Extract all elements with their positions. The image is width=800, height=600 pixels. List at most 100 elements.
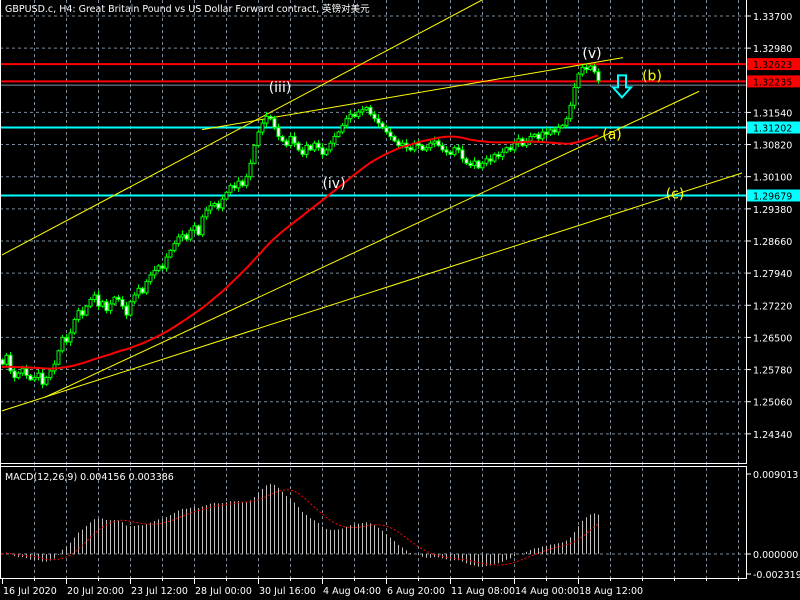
candle-body [40,372,45,385]
candle-body [472,160,477,167]
candle-body [120,298,125,307]
candle-body [500,151,505,158]
candle-body [192,225,197,231]
candle-body [380,122,385,129]
candle-body [44,377,49,385]
candle-body [244,176,249,187]
candle-body [280,136,285,142]
candle-body [188,229,193,240]
horizontal-lines[interactable] [0,63,746,197]
candle-body [564,118,569,126]
candle-body [16,372,21,379]
candle-body [368,107,373,115]
price-tick-label: 1.27940 [753,269,792,280]
candle-body [208,205,213,211]
candle-body [408,147,413,151]
candle-body [176,236,181,245]
candle-body [240,180,245,187]
candle-body [168,249,173,258]
candle-body [144,281,149,294]
candle-body [232,185,237,189]
price-axis[interactable]: 1.33700 1.32980 1.31540 1.30820 1.30100 1.293… [746,12,800,441]
candle-body [504,147,509,153]
candle-body [576,73,581,88]
candle-body [352,113,357,117]
candle-body [156,265,161,271]
candle-body [588,65,593,71]
candle-body [496,153,501,158]
wave-label: (c) [666,187,685,203]
candle-body [336,131,341,138]
candle-body [512,142,517,151]
candle-body [0,359,5,365]
candle-body [376,118,381,124]
candle-body [396,140,401,146]
price-chart[interactable]: (iii) (iv) (v) (b) (a) (c) 0.009013 0.000000 -0… [0,0,800,600]
candle-body [544,131,549,135]
price-tick-label: 1.31540 [753,108,792,119]
candle-body [596,71,601,82]
price-tick-label: 1.30100 [753,173,792,184]
time-tick-label: 14 Aug 00:00 [515,586,579,597]
candle-body [484,158,489,164]
candle-body [468,162,473,167]
wave-label: (b) [642,69,662,85]
candle-body [548,129,553,135]
candle-body [112,296,117,305]
time-tick-label: 16 Jul 2020 [3,586,57,597]
price-tick-label: 1.25780 [753,366,792,377]
price-label: 1.29679 [753,191,792,202]
candle-body [64,336,69,343]
candle-body [388,131,393,138]
candle-body [272,118,277,129]
candle-body [328,142,333,151]
candle-body [384,127,389,133]
candle-body [4,354,9,365]
candle-body [416,142,421,146]
candle-body [508,147,513,151]
time-tick-label: 18 Aug 12:00 [579,586,643,597]
trendline [44,90,700,398]
down-arrow-icon[interactable] [610,74,634,99]
candle-body [28,374,33,381]
candle-body [252,144,257,164]
candle-body [212,202,217,207]
candle-body [532,133,537,138]
candle-body [248,162,253,178]
candle-body [228,185,233,193]
price-tick-label: 1.27220 [753,301,792,312]
candle-body [148,274,153,283]
candle-body [68,332,73,343]
candle-body [420,144,425,151]
candle-body [32,377,37,381]
candle-body [536,133,541,140]
candle-body [284,140,289,146]
candle-body [12,370,17,379]
candle-body [320,147,325,155]
candle-body [432,140,437,144]
candle-body [172,243,177,251]
candle-body [428,142,433,149]
time-axis[interactable]: 16 Jul 2020 20 Jul 20:00 23 Jul 12:00 28 Ju… [2,578,739,597]
candle-body [452,147,457,155]
axes [0,0,747,579]
candle-body [568,104,573,120]
candle-body [540,131,545,140]
candle-body [300,149,305,155]
candle-body [476,160,481,169]
candle-body [348,113,353,120]
candle-body [96,294,101,307]
candle-body [128,301,133,316]
macd-tick-label: -0.002319 [753,570,800,581]
candle-body [344,118,349,126]
candle-body [60,336,65,352]
macd-tick-label: 0.009013 [753,470,798,481]
candle-body [316,142,321,149]
wave-labels: (iii) (iv) (v) (b) (a) (c) [269,46,685,203]
candle-body [48,370,53,379]
price-tick-label: 1.26500 [753,333,792,344]
trendlines[interactable] [1,0,743,412]
wave-label: (a) [602,127,622,143]
candle-body [292,136,297,144]
candle-body [124,305,129,316]
